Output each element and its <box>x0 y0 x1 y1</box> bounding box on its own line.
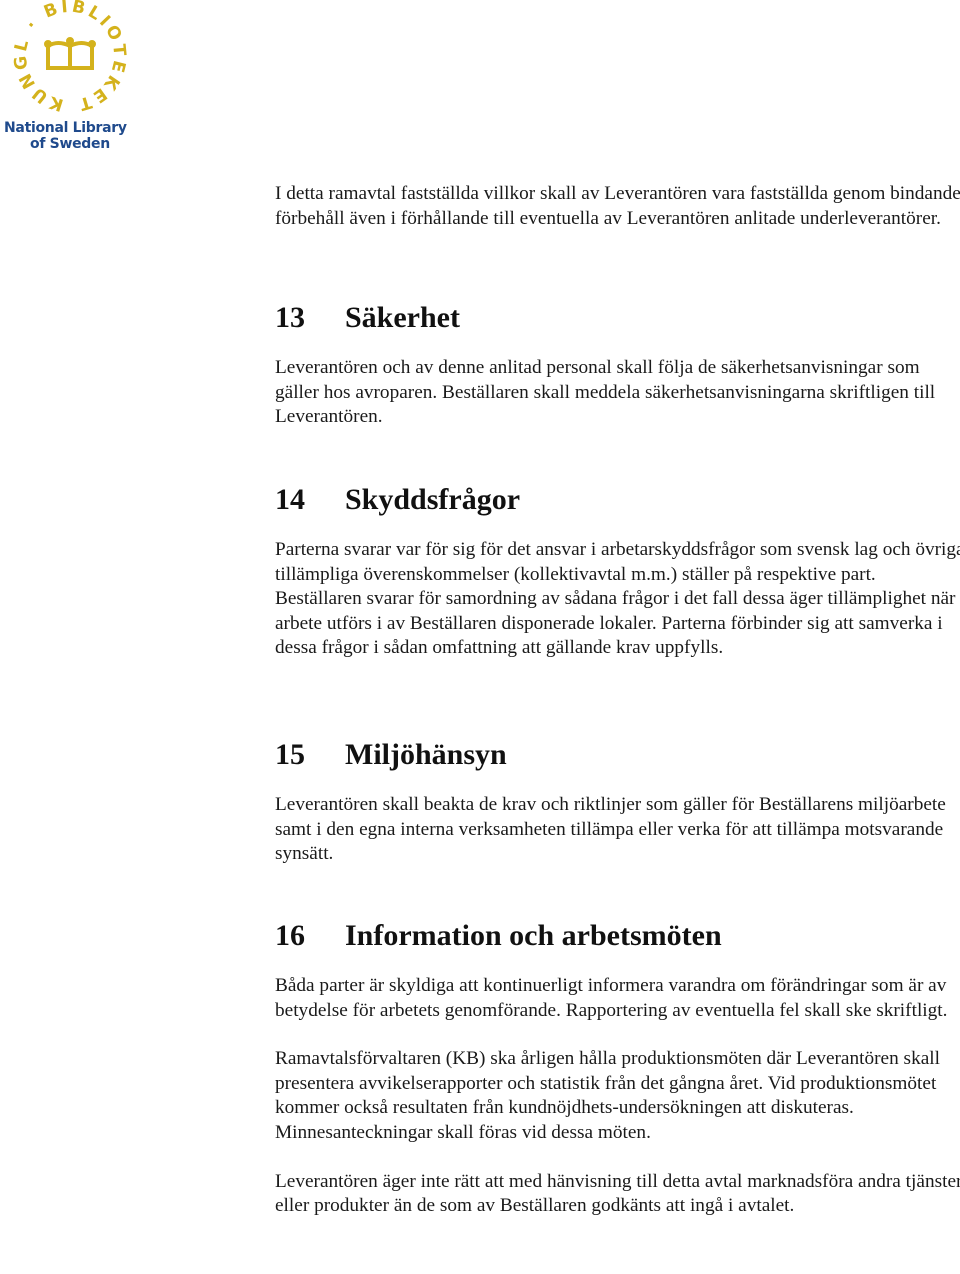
section-heading: 13 Säkerhet <box>275 300 960 336</box>
logo-name-line-1: National Library <box>4 120 127 136</box>
kungl-biblioteket-emblem-icon: KUNGL · BIBLIOTEKET · <box>10 0 126 112</box>
section-title: Miljöhänsyn <box>345 738 507 771</box>
intro-paragraph: I detta ramavtal fastställda villkor ska… <box>275 183 960 229</box>
section-paragraph: Leverantören skall beakta de krav och ri… <box>275 794 946 865</box>
section-heading: 16 Information och arbetsmöten <box>275 918 960 954</box>
intro-block: I detta ramavtal fastställda villkor ska… <box>275 182 960 231</box>
section-13: 13 Säkerhet Leverantören och av denne anl… <box>275 300 960 430</box>
section-title: Säkerhet <box>345 301 460 334</box>
section-paragraph: Parterna svarar var för sig för det ansv… <box>275 539 960 659</box>
section-number: 13 <box>275 301 305 334</box>
section-15: 15 Miljöhänsyn Leverantören skall beakta … <box>275 737 960 867</box>
crown-icon <box>44 37 96 70</box>
section-number: 15 <box>275 738 305 771</box>
section-paragraph: Ramavtalsförvaltaren (KB) ska årligen hå… <box>275 1048 940 1143</box>
section-title: Skyddsfrågor <box>345 483 521 516</box>
logo-name-line-2: of Sweden <box>30 136 110 152</box>
section-title: Information och arbetsmöten <box>345 919 722 952</box>
section-paragraph: Leverantören äger inte rätt att med hänv… <box>275 1170 960 1217</box>
section-16: 16 Information och arbetsmöten Båda parte… <box>275 918 960 1219</box>
section-14: 14 Skyddsfrågor Parterna svarar var för s… <box>275 482 960 661</box>
section-paragraph: Båda parter är skyldiga att kontinuerlig… <box>275 975 948 1021</box>
section-heading: 15 Miljöhänsyn <box>275 737 960 773</box>
section-number: 14 <box>275 483 305 516</box>
section-number: 16 <box>275 919 305 952</box>
national-library-logo: KUNGL · BIBLIOTEKET · National Library o… <box>0 0 160 160</box>
section-paragraph: Leverantören och av denne anlitad person… <box>275 357 936 428</box>
section-heading: 14 Skyddsfrågor <box>275 482 960 518</box>
logo-wordmark: National Library of Sweden <box>4 120 154 152</box>
